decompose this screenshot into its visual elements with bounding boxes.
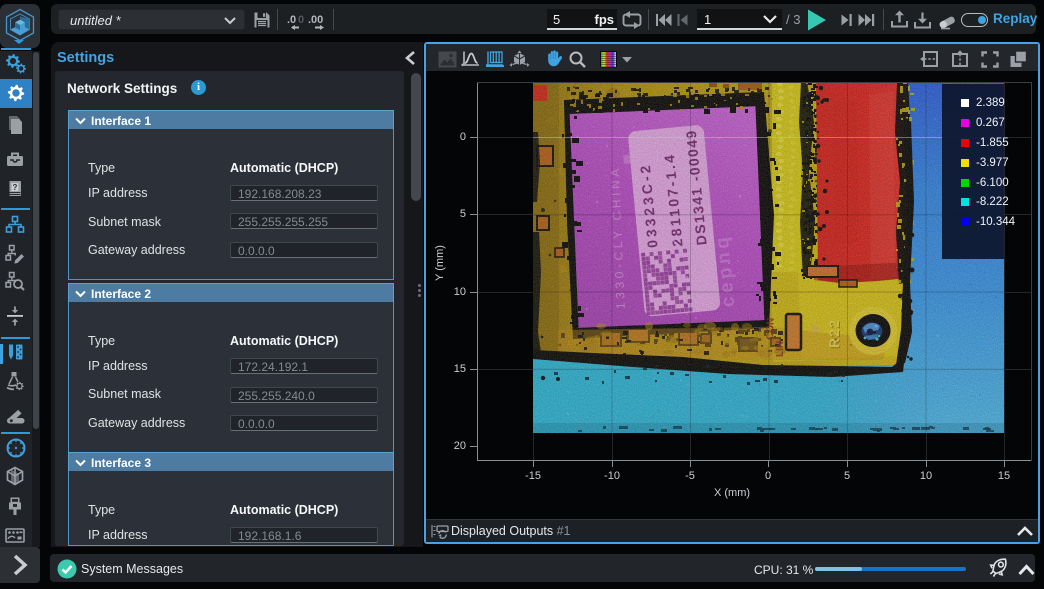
svg-text:?: ? bbox=[13, 183, 18, 192]
svg-text:.00: .00 bbox=[308, 14, 323, 26]
svg-text:0: 0 bbox=[298, 14, 304, 26]
svg-text:.0: .0 bbox=[287, 14, 296, 26]
